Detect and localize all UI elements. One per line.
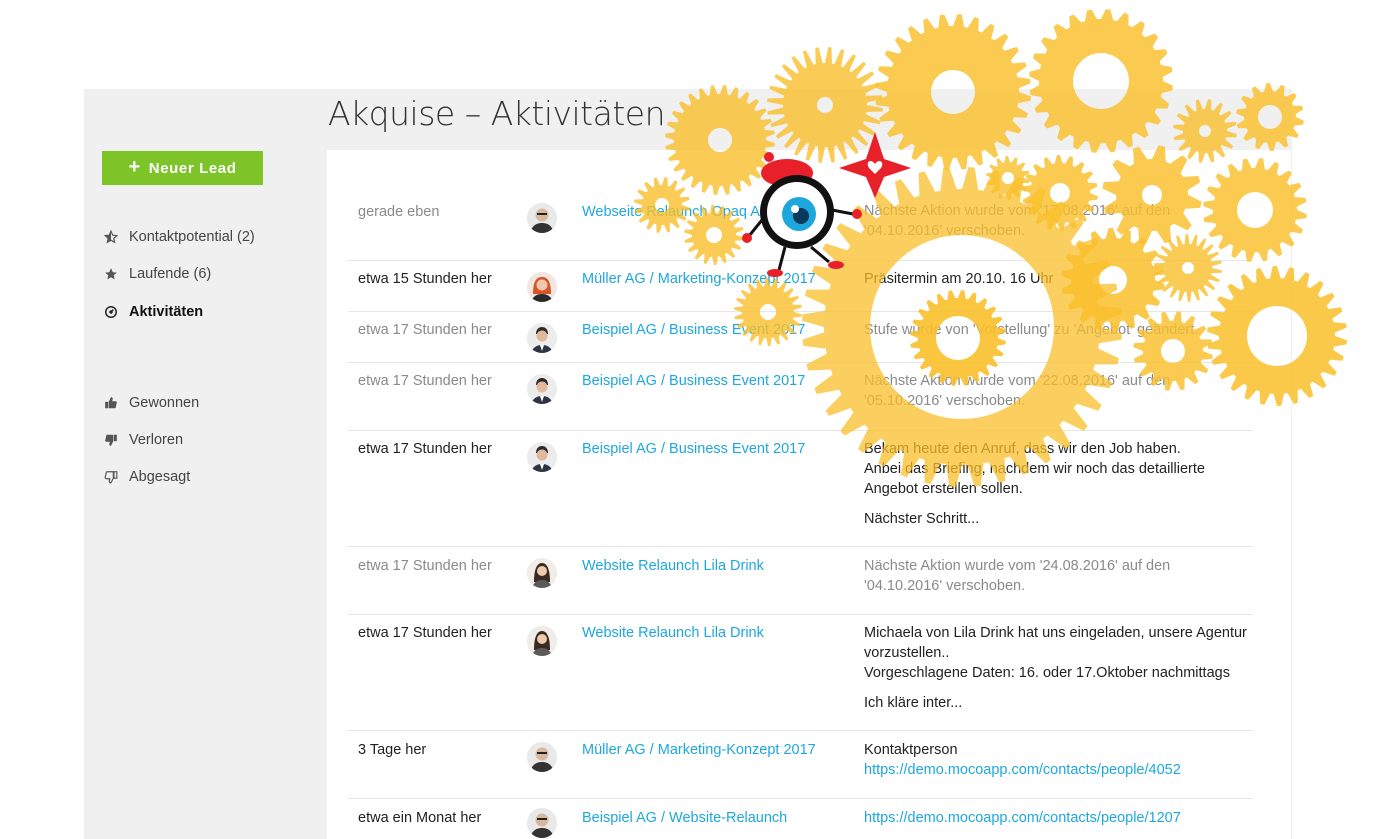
activity-text: Michaela von Lila Drink hat uns eingelad… [864, 623, 1249, 713]
sidebar-item-laufende[interactable]: Laufende (6) [103, 266, 211, 282]
activity-row: etwa 17 Stunden her Website Relaunch Lil… [348, 614, 1253, 731]
activity-text: Präsitermin am 20.10. 16 Uhr [864, 269, 1249, 289]
sidebar-item-label: Verloren [129, 432, 184, 448]
activity-text-line: Kontaktperson [864, 742, 958, 758]
activity-text-line: Stufe wurde von 'Vorstellung' zu 'Angebo… [864, 322, 1199, 338]
activity-time: etwa 17 Stunden her [358, 441, 492, 457]
sidebar-item-label: Gewonnen [129, 395, 200, 411]
activity-lead-link[interactable]: Website Relaunch Lila Drink [582, 558, 764, 574]
activity-lead-link[interactable]: Beispiel AG / Business Event 2017 [582, 441, 805, 457]
activity-row: etwa 17 Stunden her Beispiel AG / Busine… [348, 311, 1253, 363]
sidebar-item-label: Kontaktpotential (2) [129, 229, 255, 245]
activity-lead-link[interactable]: Webseite Relaunch Opaq AG [582, 204, 771, 220]
activity-text-line: Ich kläre inter... [864, 695, 963, 711]
avatar [527, 203, 557, 233]
page-title: Akquise – Aktivitäten [328, 94, 666, 133]
activity-text-line: Präsitermin am 20.10. 16 Uhr [864, 271, 1054, 287]
plus-icon: + [128, 156, 141, 178]
activity-time: etwa ein Monat her [358, 810, 482, 826]
activity-time: etwa 15 Stunden her [358, 271, 492, 287]
activity-row: etwa 15 Stunden her Müller AG / Marketin… [348, 260, 1253, 312]
new-lead-button[interactable]: + Neuer Lead [102, 151, 263, 185]
activity-circle-icon [103, 305, 118, 320]
sidebar-item-label: Aktivitäten [129, 304, 204, 320]
activity-lead-link[interactable]: Müller AG / Marketing-Konzept 2017 [582, 742, 816, 758]
activity-text-line: Michaela von Lila Drink hat uns eingelad… [864, 625, 1247, 661]
activity-time: 3 Tage her [358, 742, 427, 758]
activity-row: etwa 17 Stunden her Beispiel AG / Busine… [348, 430, 1253, 547]
sidebar-item-abgesagt[interactable]: Abgesagt [103, 469, 190, 485]
sidebar-item-verloren[interactable]: Verloren [103, 432, 183, 448]
activity-row: 3 Tage her Müller AG / Marketing-Konzept… [348, 730, 1253, 799]
avatar [527, 374, 557, 404]
activity-text: Nächste Aktion wurde vom '24.08.2016' au… [864, 556, 1249, 596]
activity-time: etwa 17 Stunden her [358, 558, 492, 574]
avatar [527, 272, 557, 302]
sidebar-item-kontaktpotential[interactable]: Kontaktpotential (2) [103, 229, 255, 245]
contact-link[interactable]: https://demo.mocoapp.com/contacts/people… [864, 760, 1249, 780]
activity-time: etwa 17 Stunden her [358, 322, 492, 338]
sidebar-item-label: Laufende (6) [129, 266, 212, 282]
thumbs-down-icon [103, 433, 118, 448]
avatar [527, 323, 557, 353]
activity-text-line: Nächste Aktion wurde vom '24.08.2016' au… [864, 558, 1171, 594]
avatar [527, 558, 557, 588]
activity-lead-link[interactable]: Beispiel AG / Website-Relaunch [582, 810, 787, 826]
activity-text: https://demo.mocoapp.com/contacts/people… [864, 808, 1249, 828]
activity-lead-link[interactable]: Beispiel AG / Business Event 2017 [582, 322, 805, 338]
contact-link[interactable]: https://demo.mocoapp.com/contacts/people… [864, 808, 1249, 828]
sidebar-item-gewonnen[interactable]: Gewonnen [103, 395, 199, 411]
activity-lead-link[interactable]: Beispiel AG / Business Event 2017 [582, 373, 805, 389]
thumbs-down-outline-icon [103, 470, 118, 485]
activity-lead-link[interactable]: Müller AG / Marketing-Konzept 2017 [582, 271, 816, 287]
activity-time: etwa 17 Stunden her [358, 373, 492, 389]
avatar [527, 808, 557, 838]
star-half-icon [103, 230, 118, 245]
activity-text: Stufe wurde von 'Vorstellung' zu 'Angebo… [864, 320, 1249, 340]
activity-text: Nächste Aktion wurde vom '22.08.2016' au… [864, 371, 1249, 411]
activity-row: etwa ein Monat her Beispiel AG / Website… [348, 798, 1253, 839]
activity-text: Kontaktperson https://demo.mocoapp.com/c… [864, 740, 1249, 780]
sidebar-item-aktivitaeten[interactable]: Aktivitäten [103, 304, 203, 320]
avatar [527, 626, 557, 656]
activity-row: etwa 17 Stunden her Beispiel AG / Busine… [348, 362, 1253, 431]
activity-time: etwa 17 Stunden her [358, 625, 492, 641]
avatar [527, 742, 557, 772]
activity-text-line: Bekam heute den Anruf, dass wir den Job … [864, 441, 1181, 457]
avatar [527, 442, 557, 472]
star-icon [103, 267, 118, 282]
activity-lead-link[interactable]: Website Relaunch Lila Drink [582, 625, 764, 641]
new-lead-label: Neuer Lead [148, 159, 237, 177]
activity-text-line: Vorgeschlagene Daten: 16. oder 17.Oktobe… [864, 665, 1230, 681]
sidebar-item-label: Abgesagt [129, 469, 191, 485]
thumbs-up-icon [103, 396, 118, 411]
activity-row: etwa 17 Stunden her Website Relaunch Lil… [348, 546, 1253, 615]
activity-text-line: Anbei das Briefing, nachdem wir noch das… [864, 461, 1205, 497]
activity-text-line: Nächste Aktion wurde vom '22.08.2016' au… [864, 373, 1171, 409]
activity-text: Bekam heute den Anruf, dass wir den Job … [864, 439, 1249, 529]
activity-row: gerade eben Webseite Relaunch Opaq AG Nä… [348, 180, 1253, 261]
activity-text: Nächste Aktion wurde vom '17.08.2016' au… [864, 201, 1249, 241]
activity-text-line: Nächste Aktion wurde vom '17.08.2016' au… [864, 203, 1171, 239]
activity-time: gerade eben [358, 204, 440, 220]
activity-text-line: Nächster Schritt... [864, 511, 980, 527]
